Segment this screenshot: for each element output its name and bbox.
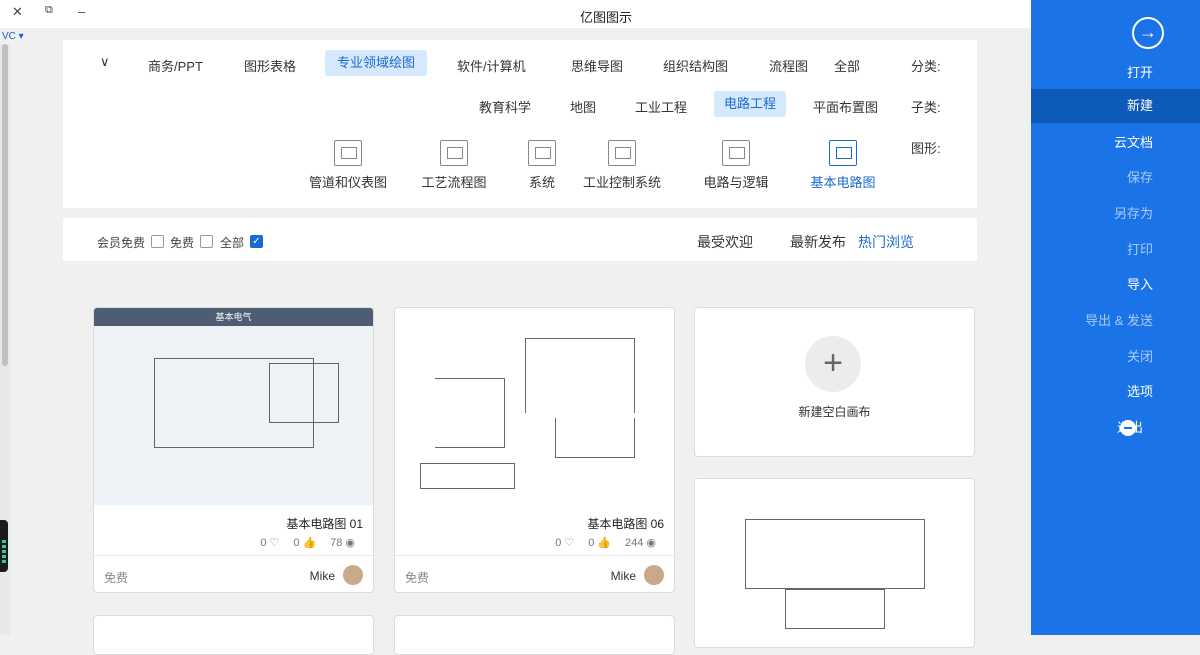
author-name[interactable]: Mike [310,569,335,583]
filter-panel: 分类: 全部 流程图 组织结构图 思维导图 软件/计算机 专业领域绘图 图形表格… [63,40,977,208]
template-card[interactable]: 基本电气 基本电路图 01 ◉ 78 👍 0 ♡ 0 Mike 免费 [93,307,374,593]
likes-stat[interactable]: 👍 0 [588,536,612,550]
tab-hot[interactable]: 热门浏览 [858,232,914,252]
avatar[interactable] [644,565,664,585]
filter-all-label: 全部 [220,236,245,250]
subcategory-item[interactable]: 地图 [570,97,596,116]
subcategory-item[interactable]: 平面布置图 [813,97,878,116]
plus-icon: + [805,336,861,392]
sidebar-item-print[interactable]: 打印 [1031,233,1200,267]
shape-process-flow[interactable]: 工艺流程图 [409,140,499,191]
sidebar-item-save-as[interactable]: 另存为 [1031,197,1200,231]
arrow-right-circle-icon[interactable]: → [1132,17,1164,49]
category-item[interactable]: 商务/PPT [148,56,203,75]
tab-popular[interactable]: 最受欢迎 [697,232,753,252]
category-item[interactable]: 思维导图 [571,56,623,75]
logic-icon [722,140,750,166]
price-badge: 免费 [104,571,129,585]
circuit-icon [829,140,857,166]
subcategory-item-selected[interactable]: 电路工程 [714,91,786,117]
template-card[interactable]: 基本电路图 06 ◉ 244 👍 0 ♡ 0 Mike 免费 [394,307,675,593]
shape-circuit-logic[interactable]: 电路与逻辑 [691,140,781,191]
sidebar-item-cloud[interactable]: 云文档 [1031,126,1200,160]
process-icon [440,140,468,166]
category-item[interactable]: 组织结构图 [663,56,728,75]
sidebar-item-new[interactable]: 新建 [1031,89,1200,123]
shape-industrial-control[interactable]: 工业控制系统 [577,140,667,191]
avatar[interactable] [343,565,363,585]
system-icon [528,140,556,166]
sidebar-item-close[interactable]: 关闭 [1031,340,1200,374]
template-title: 基本电路图 01 [286,517,363,531]
subcategory-label: 子类: [911,100,941,115]
subcategory-item[interactable]: 教育科学 [479,97,531,116]
category-item[interactable]: 软件/计算机 [457,56,526,75]
heart-icon: ♡ [564,537,575,549]
shapes-label: 图形: [911,141,941,156]
shape-piping-instrument[interactable]: 管道和仪表图 [303,140,393,191]
category-item[interactable]: 流程图 [769,56,808,75]
template-preview [395,308,674,505]
new-canvas-label: 新建空白画布 [798,405,871,419]
filter-free-label: 免费 [170,236,195,250]
category-item-selected[interactable]: 专业领域绘图 [325,50,427,76]
template-stats: ◉ 244 👍 0 ♡ 0 [555,536,656,550]
category-item[interactable]: 图形表格 [244,56,296,75]
thumb-up-icon: 👍 [302,537,317,549]
shape-system[interactable]: 系统 [497,140,587,191]
template-preview: 基本电气 [94,308,373,505]
minimize-icon[interactable]: ‒ [78,4,85,19]
sidebar-item-save[interactable]: 保存 [1031,161,1200,195]
scrollbar-thumb[interactable] [2,44,8,366]
vc-dropdown[interactable]: VC ▾ [2,31,24,42]
sidebar-item-open[interactable]: 打开 [1031,56,1200,90]
control-icon [608,140,636,166]
chevron-down-icon[interactable]: ∨ [100,54,110,70]
tab-latest[interactable]: 最新发布 [790,232,846,252]
filter-free-checkbox[interactable] [200,235,213,248]
hearts-stat[interactable]: ♡ 0 [260,536,280,550]
template-card[interactable] [694,478,975,648]
main-window: ✕ ⧉ ‒ 亿图图示 VC ▾ 分类: 全部 流程图 组织结构图 思维导图 软件… [0,0,1031,655]
filter-member-checkbox[interactable] [151,235,164,248]
hearts-stat[interactable]: ♡ 0 [555,536,575,550]
template-stats: ◉ 78 👍 0 ♡ 0 [260,536,355,550]
sidebar-item-export[interactable]: 导出 & 发送 [1031,304,1200,338]
eye-icon: ◉ [345,537,355,549]
exit-icon [1120,420,1136,436]
title-bar: ✕ ⧉ ‒ 亿图图示 [0,0,1031,28]
thumb-up-icon: 👍 [597,537,612,549]
piping-icon [334,140,362,166]
category-item[interactable]: 全部 [834,56,860,75]
sidebar-item-import[interactable]: 导入 [1031,268,1200,302]
subcategory-item[interactable]: 工业工程 [635,97,687,116]
shape-basic-circuit[interactable]: 基本电路图 [798,140,888,191]
app-title: 亿图图示 [580,10,633,25]
category-label: 分类: [911,59,941,74]
author-name[interactable]: Mike [611,569,636,583]
views-stat: ◉ 78 [330,536,355,550]
heart-icon: ♡ [269,537,280,549]
price-badge: 免费 [405,571,430,585]
sidebar: → 打开 新建 云文档 保存 另存为 打印 导入 导出 & 发送 关闭 选项 退… [1031,0,1200,635]
level-meter [0,520,8,572]
template-title: 基本电路图 06 [587,517,664,531]
restore-icon[interactable]: ⧉ [45,4,53,17]
template-card[interactable] [93,615,374,655]
close-icon[interactable]: ✕ [12,4,23,20]
eye-icon: ◉ [646,537,656,549]
filter-all-checkbox[interactable]: ✓ [250,235,263,248]
new-canvas-card[interactable]: + 新建空白画布 [694,307,975,457]
views-stat: ◉ 244 [625,536,656,550]
template-card[interactable] [394,615,675,655]
likes-stat[interactable]: 👍 0 [293,536,317,550]
sidebar-item-exit[interactable]: 退出 [1031,411,1200,445]
filter-member-label: 会员免费 [97,236,146,250]
template-preview-header: 基本电气 [94,308,373,326]
sidebar-item-options[interactable]: 选项 [1031,375,1200,409]
